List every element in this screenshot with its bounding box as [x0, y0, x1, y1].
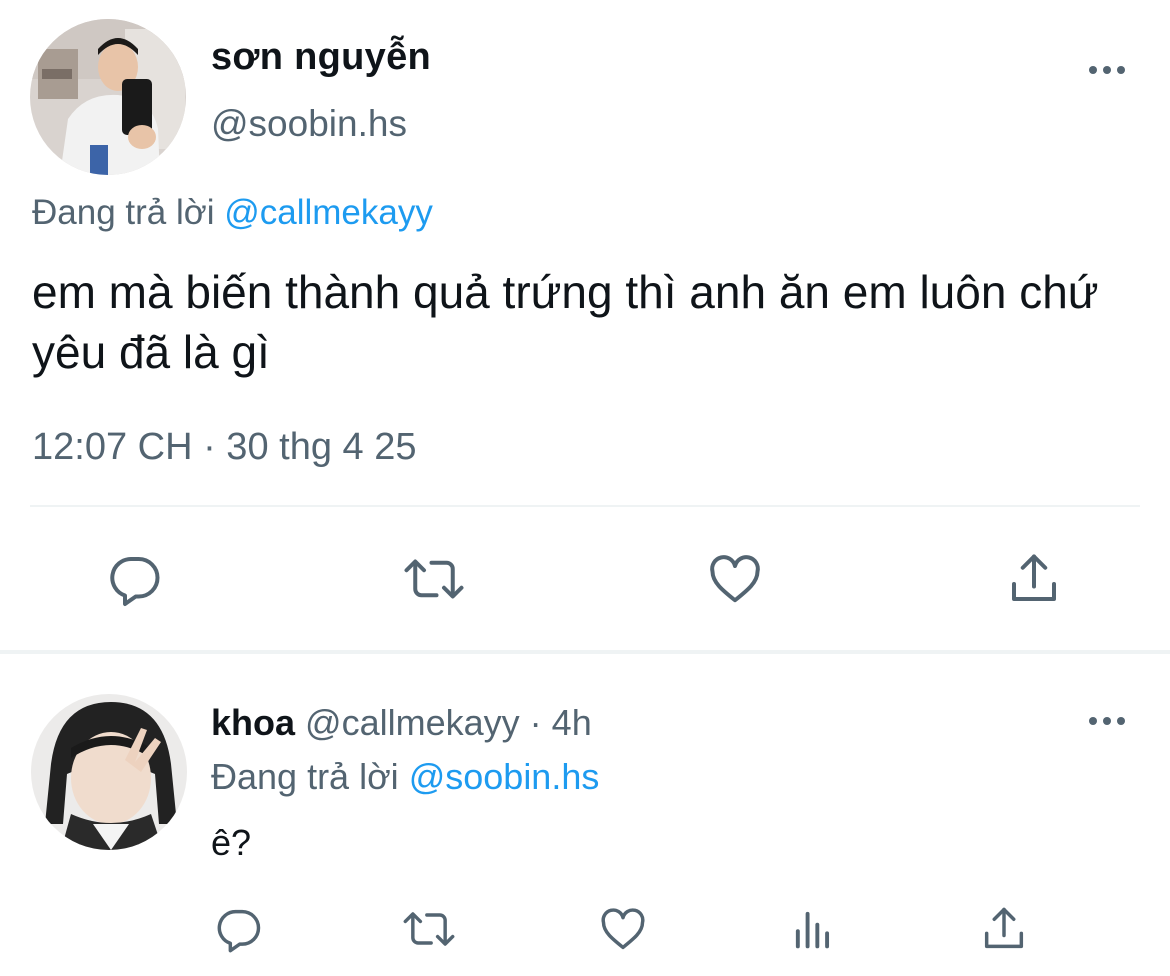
like-button[interactable] — [703, 547, 767, 611]
share-icon — [1012, 554, 1056, 601]
replying-to-mention[interactable]: @callmekayy — [224, 193, 433, 232]
header-separator: · — [529, 702, 542, 743]
reply-like-button[interactable] — [595, 902, 651, 956]
more-icon — [1089, 717, 1097, 725]
views-icon — [795, 911, 830, 949]
reply-tweet-text: ê? — [211, 822, 252, 863]
share-icon — [984, 907, 1024, 949]
reply-author-avatar[interactable] — [31, 694, 187, 850]
replying-to-mention[interactable]: @soobin.hs — [409, 756, 600, 797]
tweet-timestamp[interactable]: 12:07 CH · 30 thg 4 25 — [32, 426, 416, 469]
reply-time[interactable]: 4h — [552, 702, 592, 743]
retweet-icon — [404, 559, 464, 599]
reply-icon — [217, 909, 261, 953]
reply-replying-to: Đang trả lời @soobin.hs — [211, 756, 599, 798]
replying-to-label: Đang trả lời — [32, 193, 215, 232]
divider — [30, 505, 1140, 507]
reply-button[interactable] — [103, 547, 167, 611]
more-options-button[interactable] — [1087, 60, 1127, 80]
reply-retweet-button[interactable] — [401, 902, 457, 956]
reply-icon — [110, 556, 160, 606]
reply-header: khoa @callmekayy · 4h — [211, 702, 592, 744]
retweet-icon — [403, 912, 455, 946]
tweet-text: em mà biến thành quả trứng thì anh ăn em… — [32, 266, 1099, 378]
replying-to: Đang trả lời @callmekayy — [32, 193, 433, 233]
reply-more-options-button[interactable] — [1087, 711, 1127, 731]
author-avatar[interactable] — [30, 19, 186, 175]
share-button[interactable] — [1002, 547, 1066, 611]
reply-author-name[interactable]: khoa — [211, 702, 295, 743]
main-tweet: sơn nguyễn @soobin.hs Đang trả lời @call… — [0, 0, 1170, 650]
author-name[interactable]: sơn nguyễn — [211, 36, 431, 79]
like-icon — [601, 908, 645, 950]
author-handle[interactable]: @soobin.hs — [211, 103, 407, 145]
like-icon — [710, 555, 760, 603]
more-icon — [1089, 66, 1097, 74]
reply-author-handle[interactable]: @callmekayy — [305, 702, 520, 743]
reply-reply-button[interactable] — [211, 902, 267, 956]
retweet-button[interactable] — [398, 547, 470, 611]
replying-to-label: Đang trả lời — [211, 756, 399, 797]
reply-tweet[interactable]: khoa @callmekayy · 4h Đang trả lời @soob… — [0, 654, 1170, 976]
reply-views-button[interactable] — [785, 902, 841, 956]
reply-share-button[interactable] — [976, 902, 1032, 956]
